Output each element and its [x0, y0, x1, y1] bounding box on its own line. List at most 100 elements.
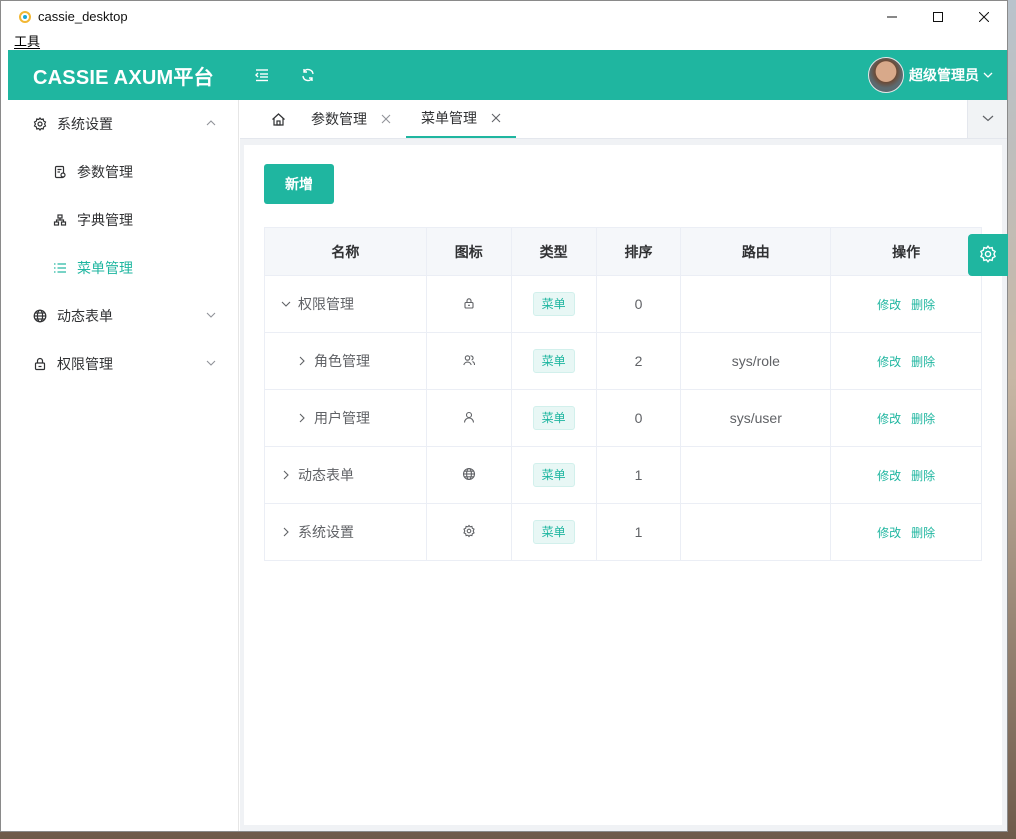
column-header-name: 名称 — [264, 227, 427, 276]
gear-icon — [33, 117, 47, 131]
main-content: 新增 名称 图标 类型 排序 路由 操作 权限管理 菜单 0 修改 删除 角色管… — [240, 139, 1007, 831]
row-sort: 0 — [596, 275, 682, 333]
brand-title: CASSIE AXUM平台 — [33, 66, 214, 89]
chevron-up-icon — [205, 117, 217, 129]
table-row: 用户管理 菜单 0 sys/user 修改 删除 — [264, 389, 982, 447]
sidebar-item-label: 权限管理 — [57, 356, 113, 372]
add-button[interactable]: 新增 — [264, 164, 334, 204]
sidebar-item-params[interactable]: 参数管理 — [8, 148, 238, 196]
edit-link[interactable]: 修改 — [877, 526, 901, 540]
app-header: CASSIE AXUM平台 超级管理员 — [8, 50, 1007, 100]
lock-icon — [462, 296, 476, 310]
column-header-type: 类型 — [511, 227, 597, 276]
tab-label: 参数管理 — [311, 111, 367, 127]
row-name: 用户管理 — [314, 410, 370, 426]
type-tag: 菜单 — [532, 292, 575, 316]
row-route — [680, 275, 832, 333]
title-bar: cassie_desktop — [1, 1, 1007, 32]
settings-drawer-button[interactable] — [968, 234, 1008, 276]
sidebar-item-permissions[interactable]: 权限管理 — [8, 340, 238, 388]
table-header-row: 名称 图标 类型 排序 路由 操作 — [264, 227, 982, 276]
chevron-down-icon — [205, 357, 217, 369]
delete-link[interactable]: 删除 — [911, 298, 935, 312]
table-row: 权限管理 菜单 0 修改 删除 — [264, 275, 982, 333]
row-route: sys/user — [680, 389, 832, 447]
row-route: sys/role — [680, 332, 832, 390]
row-sort: 2 — [596, 332, 682, 390]
hierarchy-icon — [53, 213, 67, 227]
column-header-icon: 图标 — [426, 227, 512, 276]
row-name: 角色管理 — [314, 353, 370, 369]
tab-bar: 参数管理 菜单管理 — [240, 100, 1007, 139]
tab-label: 菜单管理 — [421, 110, 477, 126]
content-panel: 新增 名称 图标 类型 排序 路由 操作 权限管理 菜单 0 修改 删除 角色管… — [244, 145, 1002, 825]
tab-params[interactable]: 参数管理 — [296, 100, 406, 138]
sidebar-item-label: 参数管理 — [77, 164, 133, 180]
type-tag: 菜单 — [532, 520, 575, 544]
chevron-down-icon — [983, 67, 993, 83]
window-title: cassie_desktop — [38, 9, 128, 24]
menu-tools[interactable]: 工具 — [14, 34, 40, 49]
edit-link[interactable]: 修改 — [877, 355, 901, 369]
table-row: 系统设置 菜单 1 修改 删除 — [264, 503, 982, 561]
gear-icon — [979, 244, 997, 266]
row-name: 权限管理 — [298, 296, 354, 312]
close-icon[interactable] — [491, 113, 501, 123]
tab-menus[interactable]: 菜单管理 — [406, 100, 516, 138]
maximize-button[interactable] — [915, 1, 961, 32]
edit-link[interactable]: 修改 — [877, 469, 901, 483]
chevron-right-icon[interactable] — [280, 526, 292, 538]
chevron-right-icon[interactable] — [280, 469, 292, 481]
sidebar: 系统设置 参数管理 字典管理 菜单管理 动态表单 权限管理 — [8, 100, 239, 831]
document-icon — [53, 165, 67, 179]
chevron-right-icon[interactable] — [296, 412, 308, 424]
type-tag: 菜单 — [532, 349, 575, 373]
globe-icon — [33, 309, 47, 323]
user-menu[interactable]: 超级管理员 — [868, 57, 993, 93]
chevron-down-icon — [982, 111, 994, 127]
refresh-icon[interactable] — [285, 50, 331, 100]
chevron-right-icon[interactable] — [296, 355, 308, 367]
edit-link[interactable]: 修改 — [877, 298, 901, 312]
delete-link[interactable]: 删除 — [911, 469, 935, 483]
sidebar-item-label: 系统设置 — [57, 116, 113, 132]
sidebar-item-dynamic-forms[interactable]: 动态表单 — [8, 292, 238, 340]
collapse-menu-icon[interactable] — [239, 50, 285, 100]
row-name: 动态表单 — [298, 467, 354, 483]
chevron-down-icon[interactable] — [280, 298, 292, 310]
menu-bar: 工具 — [1, 32, 1007, 51]
chevron-down-icon — [205, 309, 217, 321]
table-row: 动态表单 菜单 1 修改 删除 — [264, 446, 982, 504]
close-icon[interactable] — [381, 114, 391, 124]
delete-link[interactable]: 删除 — [911, 526, 935, 540]
sidebar-item-system-settings[interactable]: 系统设置 — [8, 100, 238, 148]
sidebar-item-label: 字典管理 — [77, 212, 133, 228]
row-name: 系统设置 — [298, 524, 354, 540]
row-route — [680, 503, 832, 561]
username: 超级管理员 — [909, 67, 979, 83]
row-sort: 1 — [596, 446, 682, 504]
avatar — [868, 57, 904, 93]
delete-link[interactable]: 删除 — [911, 412, 935, 426]
row-sort: 0 — [596, 389, 682, 447]
column-header-sort: 排序 — [596, 227, 682, 276]
close-window-button[interactable] — [961, 1, 1007, 32]
minimize-button[interactable] — [869, 1, 915, 32]
sidebar-item-label: 动态表单 — [57, 308, 113, 324]
table-row: 角色管理 菜单 2 sys/role 修改 删除 — [264, 332, 982, 390]
sidebar-item-dictionary[interactable]: 字典管理 — [8, 196, 238, 244]
sidebar-item-menus[interactable]: 菜单管理 — [8, 244, 238, 292]
delete-link[interactable]: 删除 — [911, 355, 935, 369]
app-logo-icon — [18, 10, 32, 24]
menu-table: 名称 图标 类型 排序 路由 操作 权限管理 菜单 0 修改 删除 角色管理 菜… — [264, 227, 982, 561]
type-tag: 菜单 — [532, 406, 575, 430]
tabs-dropdown-button[interactable] — [967, 100, 1007, 138]
edit-link[interactable]: 修改 — [877, 412, 901, 426]
row-sort: 1 — [596, 503, 682, 561]
home-icon[interactable] — [260, 100, 296, 138]
user-icon — [462, 410, 476, 424]
lock-icon — [33, 357, 47, 371]
row-route — [680, 446, 832, 504]
list-icon — [53, 261, 67, 275]
gear-icon — [462, 524, 476, 538]
